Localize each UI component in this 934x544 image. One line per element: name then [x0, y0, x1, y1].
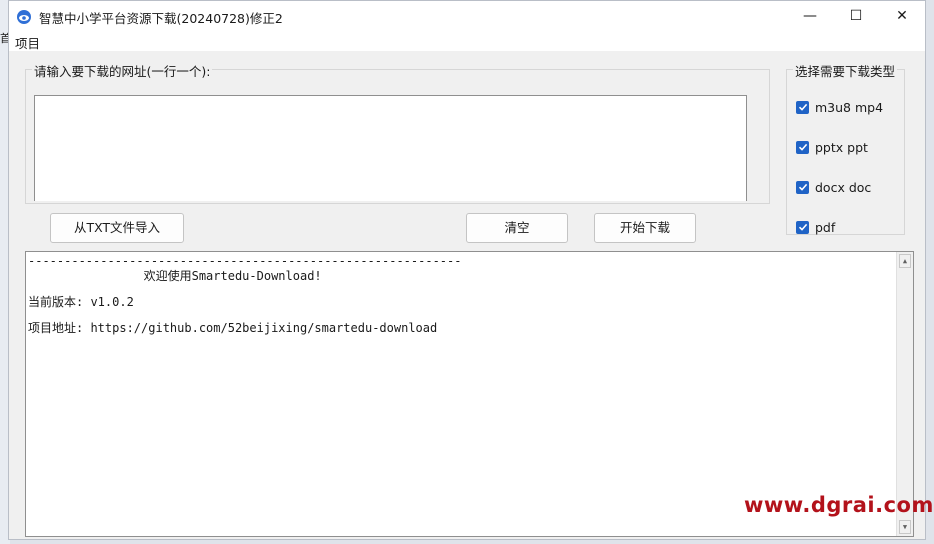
- clear-button[interactable]: 清空: [466, 213, 568, 243]
- menu-project[interactable]: 项目: [15, 33, 40, 52]
- title-bar[interactable]: 智慧中小学平台资源下载(20240728)修正2 — ☐ ✕: [9, 1, 925, 31]
- checkbox-checked-icon[interactable]: [796, 180, 809, 194]
- log-line: ----------------------------------------…: [28, 254, 462, 268]
- app-cloud-icon: [17, 10, 31, 24]
- url-input[interactable]: [34, 95, 747, 201]
- start-download-button[interactable]: 开始下载: [594, 213, 696, 243]
- option-m3u8-mp4[interactable]: m3u8 mp4: [796, 98, 883, 116]
- window-title: 智慧中小学平台资源下载(20240728)修正2: [39, 11, 283, 26]
- types-group-label: 选择需要下载类型: [793, 61, 898, 80]
- close-button[interactable]: ✕: [879, 1, 925, 31]
- checkbox-checked-icon[interactable]: [796, 140, 809, 154]
- option-pptx-ppt[interactable]: pptx ppt: [796, 138, 868, 156]
- scroll-down-icon[interactable]: ▼: [899, 520, 911, 534]
- checkbox-checked-icon[interactable]: [796, 100, 809, 114]
- option-label: m3u8 mp4: [815, 99, 884, 115]
- import-txt-button[interactable]: 从TXT文件导入: [50, 213, 184, 243]
- option-label: docx doc: [815, 179, 872, 195]
- app-window: 智慧中小学平台资源下载(20240728)修正2 — ☐ ✕ 项目 请输入要下载…: [8, 0, 933, 540]
- url-group-label: 请输入要下载的网址(一行一个):: [32, 61, 213, 80]
- menu-bar: 项目: [9, 31, 925, 51]
- watermark-text: www.dgrai.com: [744, 493, 934, 517]
- checkbox-checked-icon[interactable]: [796, 220, 809, 234]
- option-label: pdf: [815, 219, 836, 235]
- option-docx-doc[interactable]: docx doc: [796, 178, 871, 196]
- scroll-up-icon[interactable]: ▲: [899, 254, 911, 268]
- minimize-button[interactable]: —: [787, 1, 833, 31]
- option-pdf[interactable]: pdf: [796, 218, 835, 236]
- maximize-button[interactable]: ☐: [833, 1, 879, 31]
- log-line: 当前版本: v1.0.2: [28, 295, 134, 309]
- option-label: pptx ppt: [815, 139, 868, 155]
- log-line: 项目地址: https://github.com/52beijixing/sma…: [28, 321, 438, 335]
- log-line: 欢迎使用Smartedu-Download!: [28, 269, 322, 283]
